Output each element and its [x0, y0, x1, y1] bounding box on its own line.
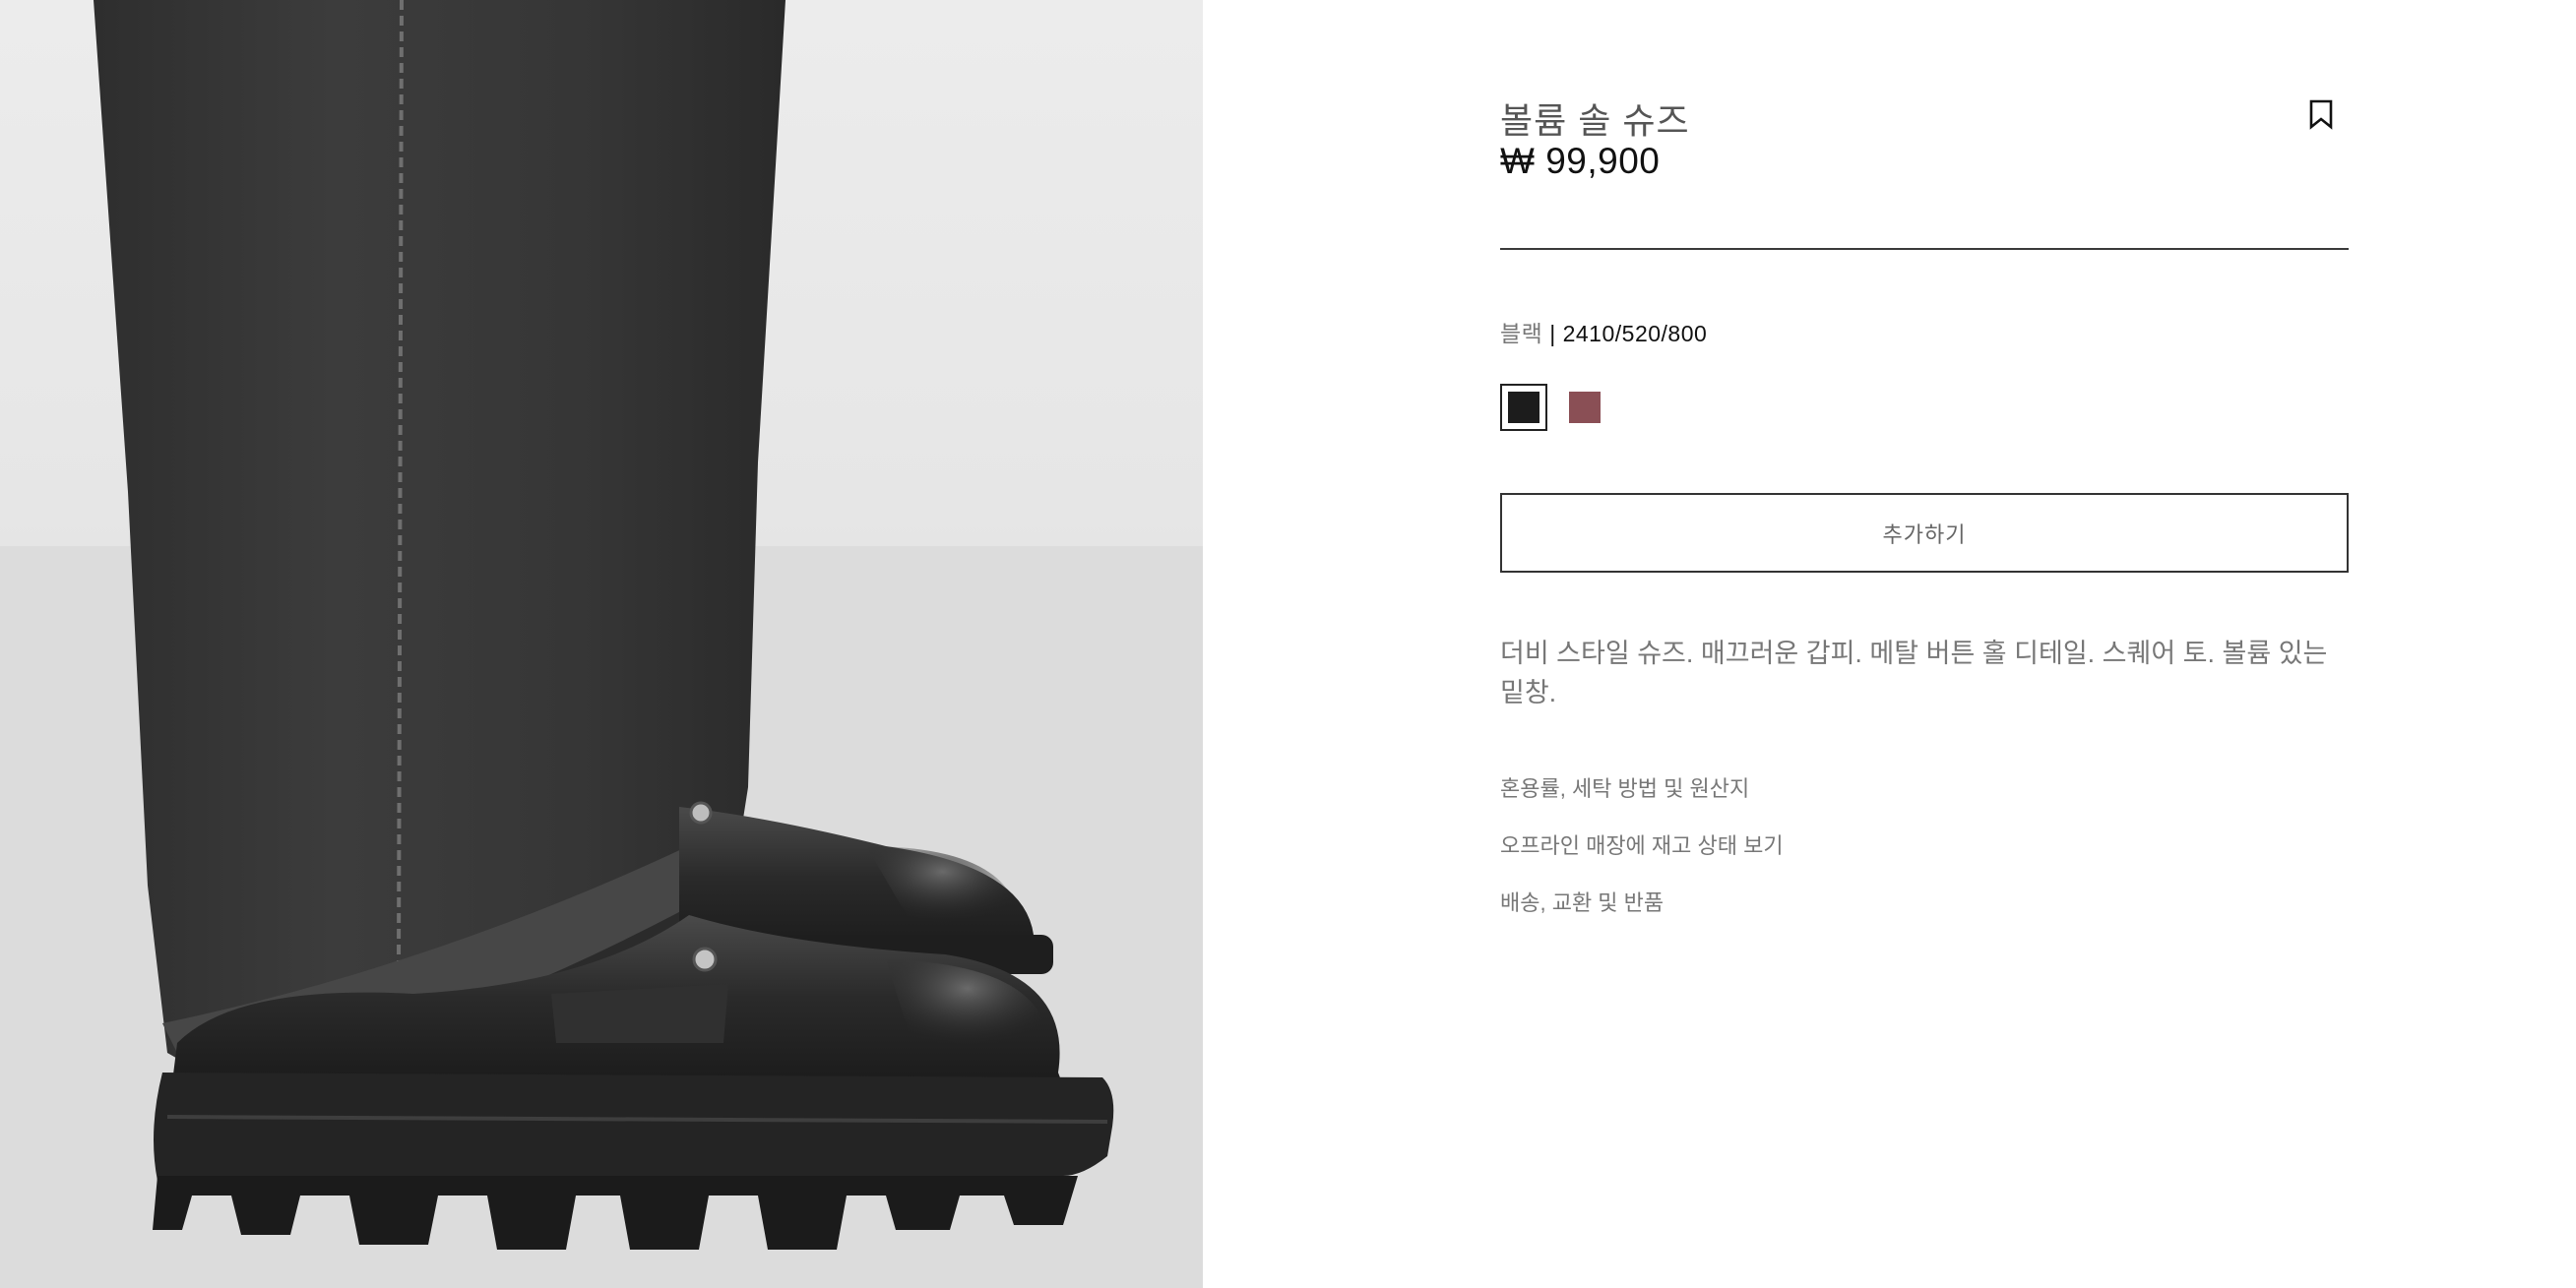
product-info-links: 혼용률, 세탁 방법 및 원산지 오프라인 매장에 재고 상태 보기 배송, 교…: [1500, 777, 1784, 949]
product-title: 볼륨 솔 슈즈: [1500, 100, 1690, 141]
swatch-burgundy[interactable]: [1561, 384, 1608, 431]
store-availability-link[interactable]: 오프라인 매장에 재고 상태 보기: [1500, 834, 1784, 858]
product-photo-illustration: [0, 0, 1203, 1288]
swatch-burgundy-chip: [1569, 392, 1601, 423]
swatch-black[interactable]: [1500, 384, 1547, 431]
color-name: 블랙: [1500, 321, 1543, 346]
bookmark-icon[interactable]: [2306, 98, 2336, 130]
divider: [1500, 248, 2349, 250]
color-reference: 블랙 | 2410/520/800: [1500, 315, 1707, 348]
product-reference: 2410/520/800: [1562, 321, 1708, 346]
product-price: ₩ 99,900: [1500, 141, 1661, 181]
color-swatches: [1500, 384, 1608, 431]
shipping-returns-link[interactable]: 배송, 교환 및 반품: [1500, 891, 1784, 915]
add-to-cart-button[interactable]: 추가하기: [1500, 493, 2349, 573]
swatch-black-chip: [1508, 392, 1539, 423]
composition-care-link[interactable]: 혼용률, 세탁 방법 및 원산지: [1500, 777, 1784, 801]
product-image: [0, 0, 1203, 1288]
color-separator: |: [1549, 321, 1556, 346]
product-description: 더비 스타일 슈즈. 매끄러운 갑피. 메탈 버튼 홀 디테일. 스퀘어 토. …: [1500, 639, 2328, 707]
